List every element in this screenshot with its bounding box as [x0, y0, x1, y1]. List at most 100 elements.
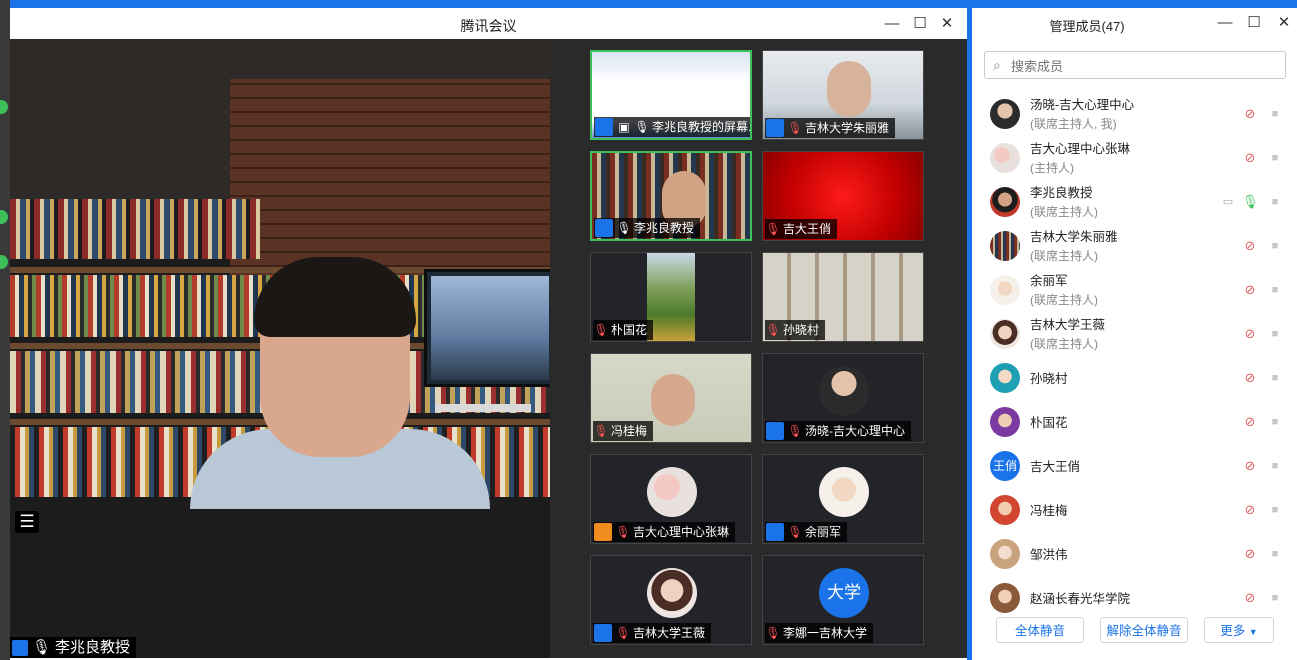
video-tile[interactable]: 🎙 李兆良教授	[590, 151, 752, 241]
member-role: (联席主持人)	[1030, 337, 1098, 351]
user-icon	[12, 640, 28, 656]
video-tile[interactable]: 🎙 孙晓村	[762, 252, 924, 342]
mic-muted-icon: 🎙	[593, 424, 609, 438]
user-icon	[594, 624, 612, 642]
tile-name: 李娜一吉林大学	[783, 626, 868, 640]
mic-muted-icon[interactable]: ⊘	[1242, 326, 1258, 342]
tile-label: 🎙 冯桂梅	[593, 421, 654, 441]
mic-muted-icon[interactable]: ⊘	[1242, 590, 1258, 606]
camera-off-icon[interactable]: ■	[1266, 458, 1284, 474]
more-button[interactable]: 更多 ▼	[1204, 617, 1274, 643]
tile-label: 🎙 汤晓-吉大心理中心	[765, 421, 911, 441]
video-tile[interactable]: ▣ 🎙 李兆良教授的屏幕...	[590, 50, 752, 140]
tile-name: 李兆良教授	[634, 221, 695, 235]
tile-label: ▣ 🎙 李兆良教授的屏幕...	[594, 117, 750, 137]
mic-muted-icon[interactable]: ⊘	[1242, 546, 1258, 562]
member-row[interactable]: 冯桂梅 ⊘ ■	[972, 488, 1297, 532]
camera-off-icon[interactable]: ■	[1266, 150, 1284, 166]
camera-off-icon[interactable]: ■	[1266, 238, 1284, 254]
member-name: 汤晓-吉大心理中心	[1030, 98, 1135, 112]
avatar	[990, 275, 1020, 305]
user-icon	[594, 523, 612, 541]
avatar	[990, 187, 1020, 217]
member-row[interactable]: 李兆良教授 (联席主持人) ▭ 🎙 ■	[972, 180, 1297, 224]
mic-muted-icon: 🎙	[615, 525, 631, 539]
microphone-icon[interactable]: 🎙	[1242, 194, 1259, 210]
mic-muted-icon: 🎙	[787, 121, 803, 135]
video-tile[interactable]: 🎙 吉大王俏	[762, 151, 924, 241]
video-tile[interactable]: 🎙 吉大心理中心张琳	[590, 454, 752, 544]
camera-off-icon[interactable]: ■	[1266, 502, 1284, 518]
brick-wall	[230, 79, 550, 279]
close-icon[interactable]: ✕	[937, 14, 957, 34]
video-tile[interactable]: 🎙 吉林大学朱丽雅	[762, 50, 924, 140]
maximize-icon[interactable]: ☐	[910, 14, 930, 34]
mic-muted-icon[interactable]: ⊘	[1242, 458, 1258, 474]
participant-video	[647, 253, 695, 341]
tile-label: 🎙 李兆良教授	[594, 218, 701, 238]
camera-off-icon[interactable]: ■	[1266, 282, 1284, 298]
camera-off-icon[interactable]: ■	[1266, 326, 1284, 342]
tile-name: 冯桂梅	[611, 424, 648, 438]
camera-off-icon[interactable]: ■	[1266, 370, 1284, 386]
member-name: 李兆良教授	[1030, 186, 1093, 200]
panel-footer: 全体静音 解除全体静音 更多 ▼	[972, 613, 1297, 653]
speaker-video[interactable]: ☰ 🎙 李兆良教授	[10, 39, 550, 658]
member-search[interactable]: ⌕	[984, 51, 1286, 79]
avatar	[990, 539, 1020, 569]
camera-off-icon[interactable]: ■	[1266, 106, 1284, 122]
video-tile[interactable]: 🎙 汤晓-吉大心理中心	[762, 353, 924, 443]
camera-off-icon[interactable]: ■	[1266, 590, 1284, 606]
tile-label: 🎙 孙晓村	[765, 320, 826, 340]
tile-name: 吉大王俏	[783, 222, 832, 236]
camera-off-icon[interactable]: ■	[1266, 546, 1284, 562]
camera-off-icon[interactable]: ■	[1266, 194, 1284, 210]
member-row[interactable]: 吉大心理中心张琳 (主持人) ⊘ ■	[972, 136, 1297, 180]
minimize-icon[interactable]: —	[1215, 13, 1235, 33]
member-panel: 管理成员(47) — ☐ ✕ ⌕ 汤晓-吉大心理中心 (联席主持人, 我) ⊘ …	[972, 8, 1297, 660]
maximize-icon[interactable]: ☐	[1244, 13, 1264, 33]
mic-muted-icon: 🎙	[765, 323, 781, 337]
member-row[interactable]: 吉林大学王薇 (联席主持人) ⊘ ■	[972, 312, 1297, 356]
participant-avatar: 大学	[819, 568, 869, 618]
unmute-all-button[interactable]: 解除全体静音	[1100, 617, 1188, 643]
mute-all-button[interactable]: 全体静音	[996, 617, 1084, 643]
member-row[interactable]: 汤晓-吉大心理中心 (联席主持人, 我) ⊘ ■	[972, 92, 1297, 136]
tile-name: 汤晓-吉大心理中心	[805, 424, 905, 438]
member-row[interactable]: 吉林大学朱丽雅 (联席主持人) ⊘ ■	[972, 224, 1297, 268]
video-tile[interactable]: 🎙 朴国花	[590, 252, 752, 342]
member-row[interactable]: 王俏 吉大王俏 ⊘ ■	[972, 444, 1297, 488]
member-row[interactable]: 朴国花 ⊘ ■	[972, 400, 1297, 444]
member-name: 吉大心理中心张琳	[1030, 142, 1131, 156]
member-role: (主持人)	[1030, 161, 1074, 175]
search-input[interactable]	[1009, 55, 1273, 77]
mic-muted-icon: 🎙	[593, 323, 609, 337]
minimize-icon[interactable]: —	[882, 14, 902, 34]
tile-label: 🎙 吉林大学朱丽雅	[765, 118, 896, 138]
avatar	[990, 363, 1020, 393]
member-row[interactable]: 余丽军 (联席主持人) ⊘ ■	[972, 268, 1297, 312]
mic-muted-icon[interactable]: ⊘	[1242, 238, 1258, 254]
mic-muted-icon[interactable]: ⊘	[1242, 150, 1258, 166]
member-row[interactable]: 邹洪伟 ⊘ ■	[972, 532, 1297, 576]
microphone-icon: 🎙	[634, 120, 650, 134]
participant-avatar	[819, 467, 869, 517]
video-tile[interactable]: 🎙 吉林大学王薇	[590, 555, 752, 645]
video-tile[interactable]: 🎙 冯桂梅	[590, 353, 752, 443]
mic-muted-icon[interactable]: ⊘	[1242, 370, 1258, 386]
mic-muted-icon[interactable]: ⊘	[1242, 502, 1258, 518]
video-tile[interactable]: 🎙 余丽军	[762, 454, 924, 544]
window-title: 腾讯会议	[460, 18, 517, 34]
member-row[interactable]: 孙晓村 ⊘ ■	[972, 356, 1297, 400]
screen-share-icon: ▣	[618, 120, 630, 134]
desktop-app-icon	[0, 255, 8, 269]
close-icon[interactable]: ✕	[1274, 13, 1294, 33]
more-label: 更多	[1220, 624, 1246, 638]
mic-muted-icon[interactable]: ⊘	[1242, 106, 1258, 122]
mic-muted-icon[interactable]: ⊘	[1242, 282, 1258, 298]
camera-off-icon[interactable]: ■	[1266, 414, 1284, 430]
video-tile[interactable]: 大学 🎙 李娜一吉林大学	[762, 555, 924, 645]
list-icon[interactable]: ☰	[15, 511, 39, 533]
tile-name: 孙晓村	[783, 323, 820, 337]
mic-muted-icon[interactable]: ⊘	[1242, 414, 1258, 430]
